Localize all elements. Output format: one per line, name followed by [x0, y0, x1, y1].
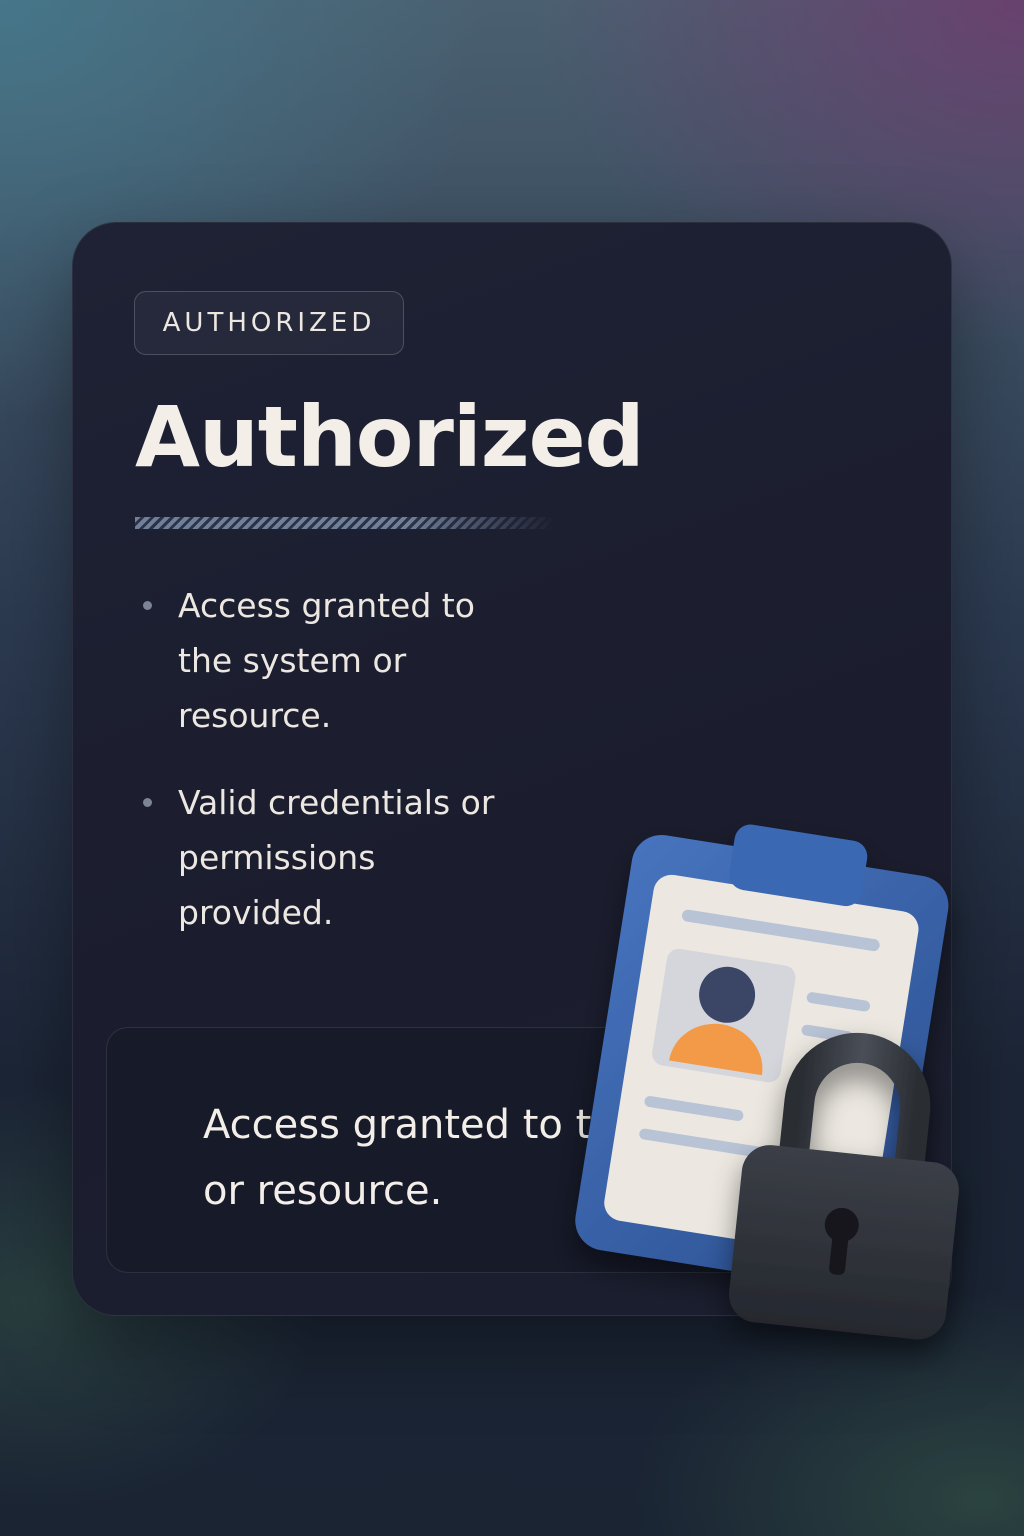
bullet-text: Access granted to the system or resource… [178, 586, 475, 735]
summary-box: Access granted to the system or resource… [106, 1027, 920, 1273]
bullet-item: Valid credentials or permissions provide… [135, 775, 515, 940]
title-divider [135, 517, 555, 529]
page-title: Authorized [135, 388, 645, 486]
bullet-text: Valid credentials or permissions provide… [178, 783, 495, 932]
summary-text: Access granted to the system or resource… [203, 1102, 799, 1214]
bullet-dot-icon [143, 798, 152, 807]
bullet-dot-icon [143, 601, 152, 610]
status-badge-label: AUTHORIZED [162, 308, 376, 338]
info-card: AUTHORIZED Authorized Access granted to … [72, 222, 959, 1340]
bullet-item: Access granted to the system or resource… [135, 578, 515, 743]
status-badge: AUTHORIZED [134, 291, 404, 355]
bullet-list: Access granted to the system or resource… [135, 578, 515, 972]
